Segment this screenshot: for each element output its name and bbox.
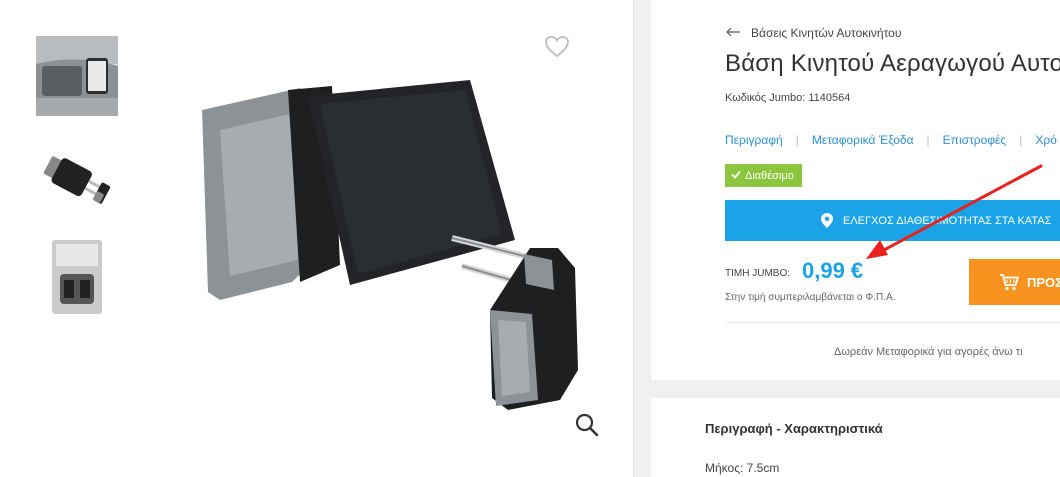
map-pin-icon xyxy=(821,213,833,228)
product-info-panel: Βάσεις Κινητών Αυτοκινήτου Βάση Κινητού … xyxy=(651,0,1060,380)
breadcrumb[interactable]: Βάσεις Κινητών Αυτοκινήτου xyxy=(725,26,901,40)
thumbnail-car-photo[interactable] xyxy=(36,36,118,116)
tab-more[interactable]: Χρό xyxy=(1035,133,1057,147)
tab-returns[interactable]: Επιστροφές xyxy=(943,133,1007,147)
zoom-icon[interactable] xyxy=(574,412,600,443)
check-store-availability-button[interactable]: ΕΛΕΓΧΟΣ ΔΙΑΘΕΣΙΜΟΤΗΤΑΣ ΣΤΑ ΚΑΤΑΣ xyxy=(725,200,1060,241)
info-tabs: Περιγραφή | Μεταφορικά Έξοδα | Επιστροφέ… xyxy=(725,133,1057,147)
thumbnail-holder[interactable] xyxy=(36,140,118,220)
description-panel: Περιγραφή - Χαρακτηριστικά Μήκος: 7.5cm xyxy=(651,398,1060,477)
tab-separator: | xyxy=(1019,133,1023,147)
main-product-image[interactable] xyxy=(180,70,610,415)
free-shipping-note: Δωρεάν Μεταφορικά για αγορές άνω τι xyxy=(834,346,1023,358)
product-gallery xyxy=(0,0,634,477)
arrow-left-icon xyxy=(725,26,741,40)
product-sku: Κωδικός Jumbo: 1140564 xyxy=(725,92,851,104)
description-length: Μήκος: 7.5cm xyxy=(705,461,780,475)
breadcrumb-label: Βάσεις Κινητών Αυτοκινήτου xyxy=(751,26,902,40)
availability-badge: Διαθέσιμο xyxy=(725,164,802,187)
check-store-label: ΕΛΕΓΧΟΣ ΔΙΑΘΕΣΙΜΟΤΗΤΑΣ ΣΤΑ ΚΑΤΑΣ xyxy=(843,214,1052,227)
price-value: 0,99 € xyxy=(802,258,864,283)
tab-description[interactable]: Περιγραφή xyxy=(725,133,783,147)
divider xyxy=(725,322,1060,323)
tab-separator: | xyxy=(795,133,799,147)
add-to-cart-button[interactable]: ΠΡΟΣ xyxy=(969,259,1060,305)
price-label: ΤΙΜΗ JUMBO: xyxy=(725,268,790,279)
cart-icon xyxy=(999,273,1019,291)
availability-label: Διαθέσιμο xyxy=(745,169,794,182)
thumbnail-package[interactable] xyxy=(36,236,118,316)
tab-shipping[interactable]: Μεταφορικά Έξοδα xyxy=(812,133,914,147)
vat-note: Στην τιμή συμπεριλαμβάνεται ο Φ.Π.Α. xyxy=(725,292,896,303)
tab-separator: | xyxy=(926,133,930,147)
product-title: Βάση Κινητού Αεραγωγού Αυτοκ xyxy=(725,50,1060,77)
heart-icon[interactable] xyxy=(544,35,570,64)
check-icon xyxy=(731,170,741,182)
description-title: Περιγραφή - Χαρακτηριστικά xyxy=(705,421,883,436)
add-to-cart-label: ΠΡΟΣ xyxy=(1027,274,1060,290)
